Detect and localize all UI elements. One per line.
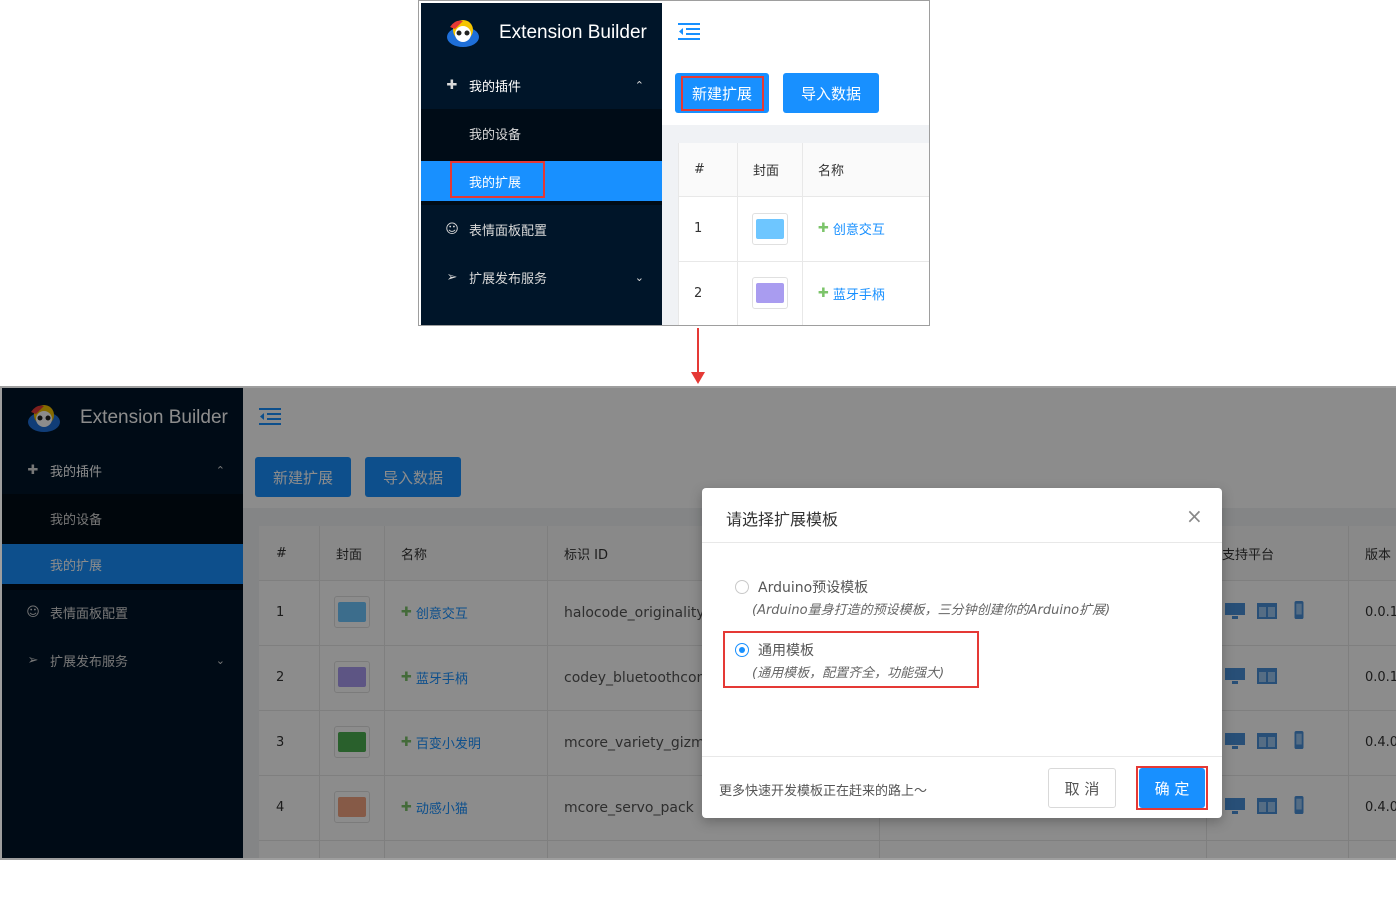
highlight-box (1136, 766, 1208, 810)
cover-thumbnail (756, 219, 784, 239)
chevron-down-icon: ⌄ (634, 270, 644, 284)
divider (802, 143, 803, 325)
menu-fold-icon[interactable] (678, 23, 700, 41)
panda-logo-icon (447, 20, 479, 47)
dialog-title: 请选择扩展模板 (726, 510, 839, 529)
sidebar-item-publish[interactable]: ➢ 扩展发布服务 ⌄ (421, 253, 662, 301)
sidebar-item-label: 扩展发布服务 (469, 271, 548, 287)
highlight-box (723, 631, 979, 688)
sidebar-item-emoji-panel[interactable]: ☺ 表情面板配置 (421, 205, 662, 253)
footer-note: 更多快速开发模板正在赶来的路上～ (719, 784, 928, 799)
close-icon[interactable]: × (1186, 504, 1203, 528)
import-data-button[interactable]: 导入数据 (783, 73, 879, 113)
arrow-line (697, 328, 699, 374)
puzzle-icon: ✚ (818, 221, 829, 236)
table: # 封面 名称 1 ✚ 创意交互 2 ✚ 蓝牙手柄 (678, 143, 929, 325)
highlight-box (450, 161, 545, 198)
divider (678, 196, 929, 197)
option-desc: (Arduino量身打造的预设模板，三分钟创建你的Arduino扩展) (752, 603, 1111, 618)
column-header: 名称 (818, 164, 845, 179)
cover-thumbnail (752, 277, 788, 309)
divider (702, 542, 1222, 543)
puzzle-icon: ✚ (818, 286, 829, 301)
sidebar-item-label: 我的插件 (469, 79, 522, 95)
column-header: 封面 (753, 164, 780, 179)
arrow-down-icon (691, 372, 705, 384)
column-header: # (694, 162, 705, 177)
app-logo: Extension Builder (445, 17, 647, 49)
extension-name[interactable]: 蓝牙手柄 (833, 284, 885, 303)
sidebar-item-label: 表情面板配置 (469, 223, 548, 239)
row-index: 1 (694, 221, 703, 236)
puzzle-icon: ✚ (446, 77, 458, 93)
table-header (678, 143, 929, 196)
sidebar-item-plugins[interactable]: ✚ 我的插件 ⌃ (421, 61, 662, 109)
header-bar (662, 3, 929, 62)
cover-thumbnail (752, 213, 788, 245)
send-icon: ➢ (446, 269, 458, 285)
radio-arduino-template[interactable] (735, 580, 749, 594)
table-row[interactable]: ✚ 蓝牙手柄 (818, 261, 885, 325)
divider (678, 261, 929, 262)
bottom-screenshot: Extension Builder ✚ 我的插件 ⌃ 我的设备 我的扩展 ☺ 表… (0, 386, 1396, 860)
smile-icon: ☺ (445, 221, 459, 237)
divider (737, 143, 738, 325)
chevron-up-icon: ⌃ (634, 78, 644, 92)
highlight-box (681, 76, 764, 111)
divider (678, 143, 679, 325)
app-title: Extension Builder (499, 22, 647, 43)
top-screenshot: Extension Builder ✚ 我的插件 ⌃ 我的设备 我的扩展 ☺ 表… (418, 0, 930, 326)
option-label: Arduino预设模板 (758, 580, 869, 596)
cancel-button[interactable]: 取 消 (1048, 768, 1116, 808)
extension-name[interactable]: 创意交互 (833, 219, 885, 238)
template-dialog: 请选择扩展模板 × Arduino预设模板 (Arduino量身打造的预设模板，… (702, 488, 1222, 818)
table-row[interactable]: ✚ 创意交互 (818, 196, 885, 261)
sidebar-item-label: 我的设备 (469, 127, 522, 143)
row-index: 2 (694, 286, 703, 301)
cover-thumbnail (756, 283, 784, 303)
divider (702, 756, 1222, 757)
sidebar-item-devices[interactable]: 我的设备 (421, 109, 662, 157)
